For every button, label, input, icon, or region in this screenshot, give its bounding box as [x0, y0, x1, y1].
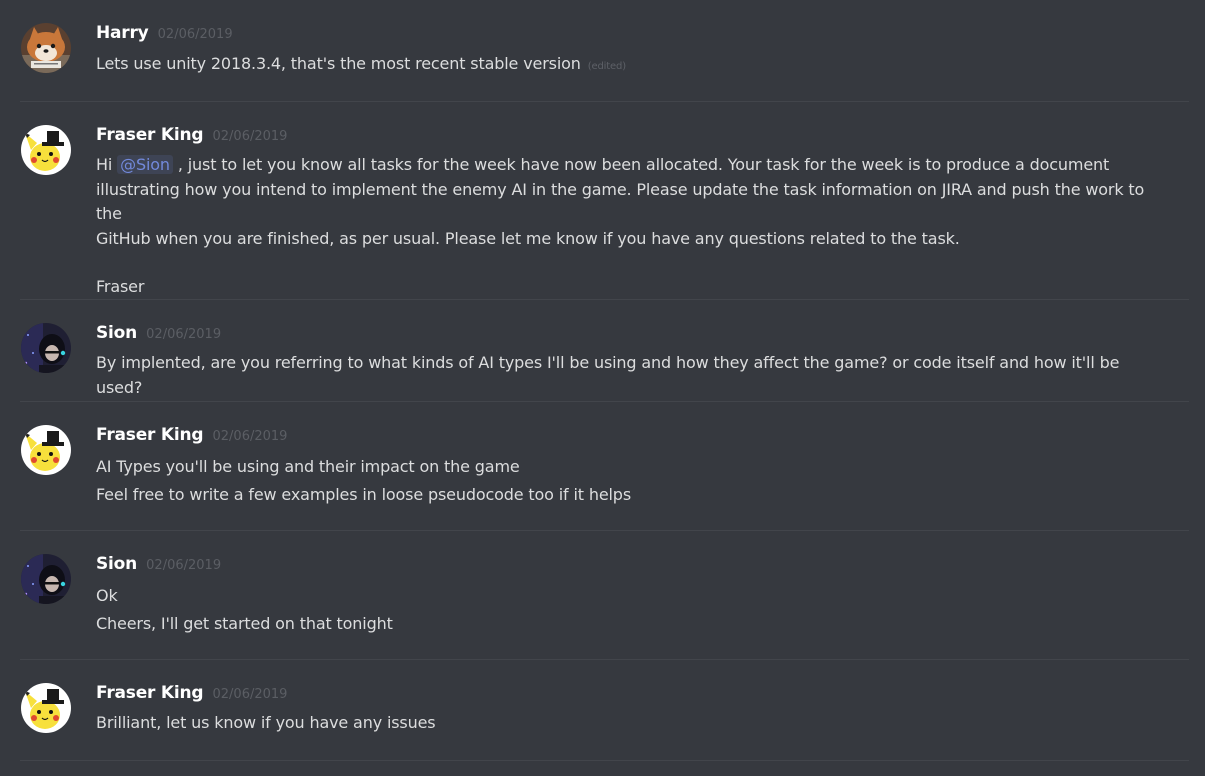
timestamp: 02/06/2019	[146, 558, 222, 573]
message-divider	[20, 299, 1189, 300]
pikachu-tophat-avatar-icon	[21, 125, 71, 175]
message-header: Sion 02/06/2019	[96, 554, 221, 578]
username[interactable]: Harry	[96, 23, 149, 43]
pikachu-tophat-avatar-icon	[21, 425, 71, 475]
dark-anime-avatar-icon	[21, 554, 71, 604]
message-text: Lets use unity 2018.3.4, that's the most…	[96, 54, 581, 73]
avatar[interactable]	[21, 323, 71, 373]
edited-indicator: (edited)	[587, 61, 626, 72]
message-divider	[20, 401, 1189, 402]
message-divider	[20, 659, 1189, 660]
message-line: Hi @Sion , just to let you know all task…	[96, 153, 1167, 178]
avatar[interactable]	[21, 683, 71, 733]
message-header: Fraser King 02/06/2019	[96, 683, 287, 707]
message-text: , just to let you know all tasks for the…	[177, 155, 1110, 174]
message-line: AI Types you'll be using and their impac…	[96, 457, 520, 476]
shiba-dog-avatar-icon	[21, 23, 71, 73]
greeting-text: Hi	[96, 155, 113, 174]
username[interactable]: Fraser King	[96, 125, 204, 145]
message-content: Brilliant, let us know if you have any i…	[96, 711, 1167, 736]
message-divider	[20, 760, 1189, 761]
username[interactable]: Fraser King	[96, 683, 204, 703]
username[interactable]: Sion	[96, 554, 137, 574]
avatar[interactable]	[21, 125, 71, 175]
message-header: Fraser King 02/06/2019	[96, 125, 287, 149]
timestamp: 02/06/2019	[212, 687, 288, 702]
timestamp: 02/06/2019	[146, 327, 222, 342]
avatar[interactable]	[21, 425, 71, 475]
message-line: Ok	[96, 586, 118, 605]
message-header: Harry 02/06/2019	[96, 23, 233, 47]
message-divider	[20, 530, 1189, 531]
avatar[interactable]	[21, 23, 71, 73]
timestamp: 02/06/2019	[157, 27, 233, 42]
timestamp: 02/06/2019	[212, 429, 288, 444]
message-header: Sion 02/06/2019	[96, 323, 221, 347]
message-line: illustrating how you intend to implement…	[96, 179, 1145, 224]
message-header: Fraser King 02/06/2019	[96, 425, 287, 449]
pikachu-tophat-avatar-icon	[21, 683, 71, 733]
timestamp: 02/06/2019	[212, 129, 288, 144]
message-line: GitHub when you are finished, as per usu…	[96, 228, 960, 248]
message-content: Hi @Sion , just to let you know all task…	[96, 153, 1167, 300]
username[interactable]: Fraser King	[96, 425, 204, 445]
message-content: AI Types you'll be using and their impac…	[96, 453, 1167, 509]
dark-anime-avatar-icon	[21, 323, 71, 373]
message-line: Brilliant, let us know if you have any i…	[96, 713, 436, 732]
message-divider	[20, 101, 1189, 102]
message-content: By implented, are you referring to what …	[96, 351, 1167, 400]
message-content: Ok Cheers, I'll get started on that toni…	[96, 582, 1167, 638]
message-signoff: Fraser	[96, 277, 145, 296]
message-line: By implented, are you referring to what …	[96, 353, 1120, 397]
user-mention[interactable]: @Sion	[117, 155, 173, 174]
message-content: Lets use unity 2018.3.4, that's the most…	[96, 52, 1167, 80]
username[interactable]: Sion	[96, 323, 137, 343]
message-line: Cheers, I'll get started on that tonight	[96, 614, 393, 633]
message-line: Feel free to write a few examples in loo…	[96, 485, 632, 504]
avatar[interactable]	[21, 554, 71, 604]
